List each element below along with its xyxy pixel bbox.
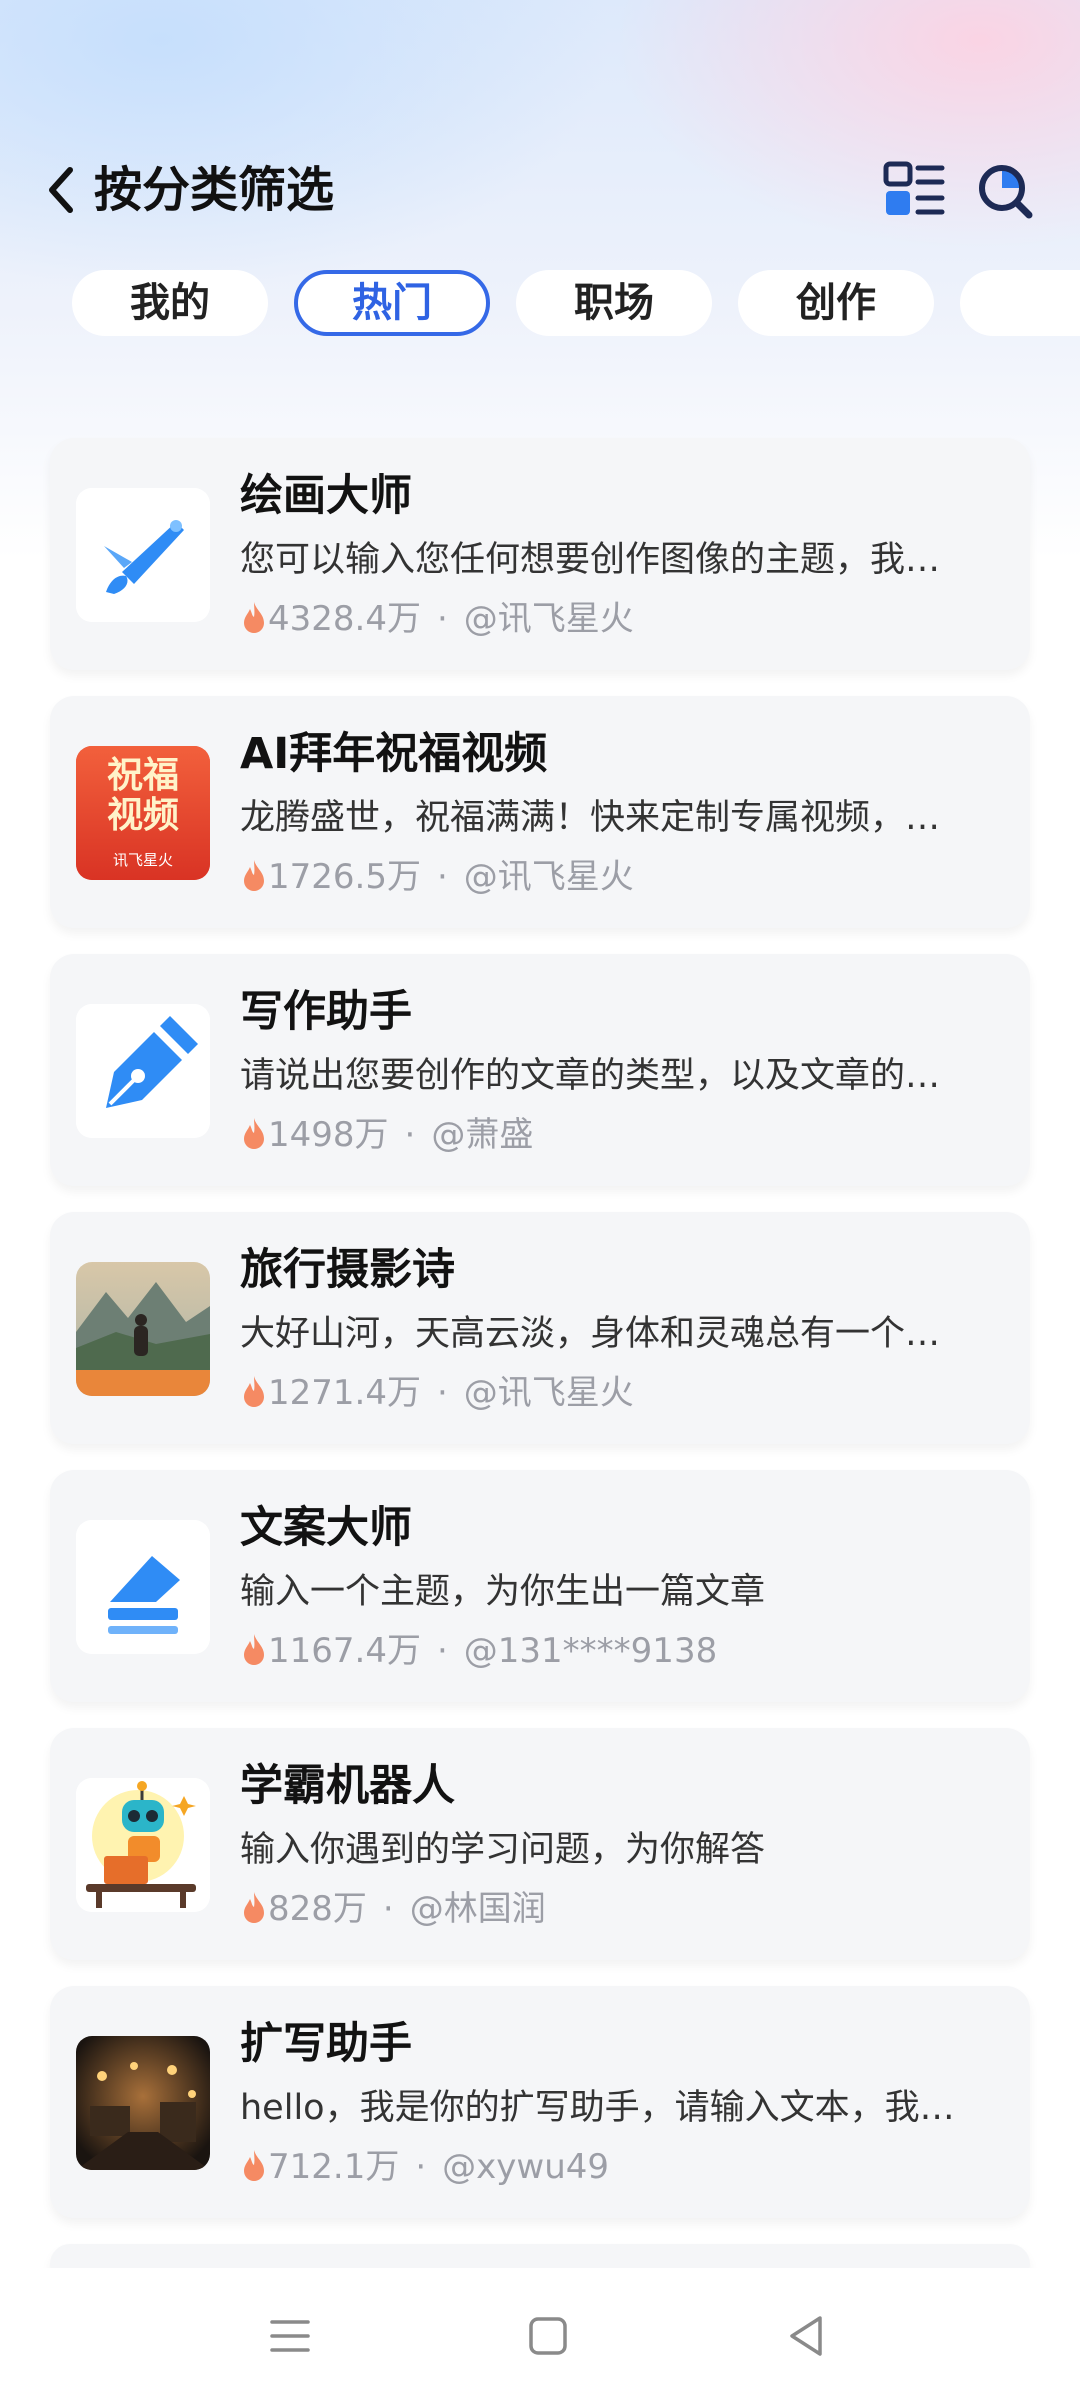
home-button[interactable] (518, 2306, 578, 2366)
item-title: AI拜年祝福视频 (240, 729, 548, 779)
blessing-video-icon: 祝福 视频 讯飞星火 (76, 746, 210, 880)
meta-separator: · (404, 1115, 416, 1155)
recent-apps-button[interactable] (260, 2306, 320, 2366)
top-header: 按分类筛选 (0, 150, 1080, 230)
system-back-button[interactable] (776, 2306, 836, 2366)
item-title: 旅行摄影诗 (240, 1245, 455, 1295)
heat-count: 828万 (268, 1889, 367, 1929)
heat-count: 1271.4万 (268, 1373, 421, 1413)
night-scene-icon (76, 2036, 210, 2170)
thumb-brand: 讯飞星火 (112, 851, 173, 869)
author-name: @讯飞星火 (463, 1373, 634, 1413)
thumb-text-line: 视频 (106, 795, 179, 836)
item-description: 大好山河，天高云淡，身体和灵魂总有一个… (240, 1314, 941, 1354)
layout-toggle-button[interactable] (882, 158, 946, 222)
robot-icon (76, 1778, 210, 1912)
list-item[interactable]: 祝福 视频 讯飞星火 AI拜年祝福视频 龙腾盛世，祝福满满！快来定制专属视频，…… (50, 696, 1030, 928)
paint-brush-icon (76, 488, 210, 622)
category-tabs: 我的 热门 职场 创作 (0, 268, 1080, 342)
thumb-text-line: 祝福 (106, 755, 179, 796)
travel-photo-icon (76, 1262, 210, 1396)
square-home-icon (529, 2317, 567, 2355)
page-title: 按分类筛选 (94, 162, 335, 218)
author-name: @xywu49 (442, 2147, 610, 2187)
author-name: @林国润 (409, 1889, 546, 1929)
triangle-back-icon (790, 2316, 822, 2356)
heat-count: 1167.4万 (268, 1631, 421, 1671)
list-item[interactable]: 文案大师 输入一个主题，为你生出一篇文章 1167.4万 · @131****913… (50, 1470, 1030, 1702)
item-meta: 1167.4万 · @131****9138 (240, 1628, 717, 1674)
item-meta: 1498万 · @萧盛 (240, 1112, 533, 1158)
item-description: hello，我是你的扩写助手，请输入文本，我… (240, 2088, 955, 2128)
tab-more-partial[interactable] (960, 270, 1080, 336)
list-item[interactable]: 学霸机器人 输入你遇到的学习问题，为你解答 828万 · @林国润 (50, 1728, 1030, 1960)
flame-icon (244, 2150, 264, 2181)
list-item[interactable]: 旅行摄影诗 大好山河，天高云淡，身体和灵魂总有一个… 1271.4万 · @讯飞星火 (50, 1212, 1030, 1444)
meta-separator: · (382, 1889, 394, 1929)
item-title: 文案大师 (240, 1503, 412, 1553)
list-item[interactable]: 绘画大师 您可以输入您任何想要创作图像的主题，我… 4328.4万 · @讯飞星火 (50, 438, 1030, 670)
back-button[interactable] (38, 160, 88, 220)
item-description: 请说出您要创作的文章的类型，以及文章的… (240, 1056, 941, 1096)
item-meta: 1726.5万 · @讯飞星火 (240, 854, 634, 900)
item-title: 扩写助手 (240, 2019, 412, 2069)
flame-icon (244, 602, 264, 633)
chevron-left-icon (49, 167, 73, 213)
tab-mine[interactable]: 我的 (72, 270, 268, 336)
item-title: 绘画大师 (240, 471, 412, 521)
meta-separator: · (415, 2147, 427, 2187)
flame-icon (244, 1376, 264, 1407)
meta-separator: · (436, 857, 448, 897)
author-name: @萧盛 (431, 1115, 534, 1155)
tab-hot[interactable]: 热门 (294, 270, 490, 336)
flame-icon (244, 1892, 264, 1923)
flame-icon (244, 860, 264, 891)
system-navigation-bar (0, 2268, 1080, 2400)
pen-nib-icon (76, 1004, 210, 1138)
item-description: 您可以输入您任何想要创作图像的主题，我… (240, 540, 941, 580)
meta-separator: · (436, 1631, 448, 1671)
search-icon (979, 165, 1033, 219)
heat-count: 1726.5万 (268, 857, 421, 897)
flame-icon (244, 1634, 264, 1665)
author-name: @讯飞星火 (463, 857, 634, 897)
item-meta: 828万 · @林国润 (240, 1886, 546, 1932)
flame-icon (244, 1118, 264, 1149)
item-meta: 1271.4万 · @讯飞星火 (240, 1370, 634, 1416)
heat-count: 1498万 (268, 1115, 389, 1155)
eraser-icon (76, 1520, 210, 1654)
item-title: 学霸机器人 (240, 1761, 455, 1811)
meta-separator: · (436, 599, 448, 639)
item-meta: 712.1万 · @xywu49 (240, 2144, 609, 2190)
list-item[interactable]: 扩写助手 hello，我是你的扩写助手，请输入文本，我… 712.1万 · @xyw… (50, 1986, 1030, 2218)
item-description: 输入你遇到的学习问题，为你解答 (240, 1830, 766, 1870)
tab-workplace[interactable]: 职场 (516, 270, 712, 336)
heat-count: 712.1万 (268, 2147, 400, 2187)
list-layout-icon (883, 161, 945, 215)
item-description: 龙腾盛世，祝福满满！快来定制专属视频，… (240, 798, 941, 838)
author-name: @131****9138 (463, 1631, 718, 1671)
search-button[interactable] (972, 158, 1036, 222)
item-meta: 4328.4万 · @讯飞星火 (240, 596, 634, 642)
meta-separator: · (436, 1373, 448, 1413)
author-name: @讯飞星火 (463, 599, 634, 639)
list-item[interactable]: 写作助手 请说出您要创作的文章的类型，以及文章的… 1498万 · @萧盛 (50, 954, 1030, 1186)
heat-count: 4328.4万 (268, 599, 421, 639)
item-description: 输入一个主题，为你生出一篇文章 (240, 1572, 766, 1612)
menu-icon (270, 2320, 310, 2352)
tab-creation[interactable]: 创作 (738, 270, 934, 336)
item-title: 写作助手 (240, 987, 412, 1037)
